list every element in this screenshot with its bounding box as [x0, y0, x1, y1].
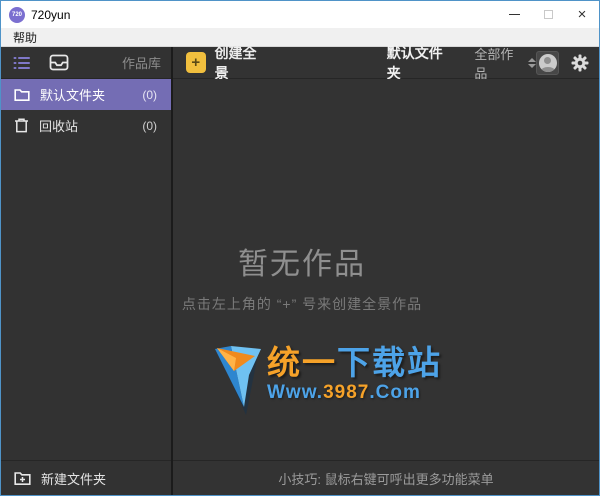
titlebar: 720 720yun × — [1, 1, 599, 28]
create-panorama-button[interactable]: + 创建全景 — [186, 43, 267, 83]
maximize-icon — [544, 10, 553, 19]
sidebar-item-count: (0) — [142, 119, 157, 133]
window-title: 720yun — [31, 8, 70, 22]
close-button[interactable]: × — [565, 1, 599, 28]
sidebar-item-count: (0) — [142, 88, 157, 102]
works-filter-dropdown[interactable]: 全部作品 — [474, 44, 536, 82]
empty-state-subtitle: 点击左上角的 “+” 号来创建全景作品 — [182, 294, 422, 314]
list-view-icon[interactable] — [13, 55, 31, 71]
settings-button[interactable] — [571, 54, 589, 72]
empty-state-title: 暂无作品 — [182, 239, 422, 283]
menu-help[interactable]: 帮助 — [9, 29, 41, 46]
watermark-site-url: Www.3987.Com — [267, 382, 442, 404]
minimize-icon — [509, 14, 520, 15]
user-avatar-button[interactable] — [536, 51, 559, 75]
sidebar-header: 作品库 — [1, 47, 171, 79]
watermark-text: 统一下载站 Www.3987.Com — [267, 345, 442, 404]
works-filter-label: 全部作品 — [474, 44, 522, 82]
new-folder-button[interactable]: 新建文件夹 — [1, 460, 171, 495]
site-watermark: 统一下载站 Www.3987.Com — [211, 345, 442, 419]
new-folder-label: 新建文件夹 — [41, 469, 106, 488]
create-panorama-label: 创建全景 — [215, 43, 267, 83]
sidebar-item-recycle-bin[interactable]: 回收站 (0) — [1, 110, 171, 141]
statusbar: 小技巧: 鼠标右键可呼出更多功能菜单 — [173, 460, 599, 495]
close-icon: × — [578, 7, 587, 22]
gear-icon — [571, 54, 589, 72]
library-label: 作品库 — [122, 53, 161, 72]
empty-state: 暂无作品 点击左上角的 “+” 号来创建全景作品 — [182, 239, 422, 314]
maximize-button[interactable] — [531, 1, 565, 28]
minimize-button[interactable] — [497, 1, 531, 28]
status-tip-text: 小技巧: 鼠标右键可呼出更多功能菜单 — [278, 469, 493, 488]
main-toolbar: + 创建全景 默认文件夹 全部作品 — [173, 47, 599, 79]
sidebar-item-default-folder[interactable]: 默认文件夹 (0) — [1, 79, 171, 110]
new-folder-icon — [14, 471, 31, 486]
trash-icon — [14, 118, 29, 133]
library-inbox-icon[interactable] — [49, 54, 69, 71]
app-logo-icon: 720 — [9, 7, 25, 23]
sidebar-item-label: 默认文件夹 — [40, 85, 105, 104]
current-folder-title: 默认文件夹 — [387, 43, 453, 83]
folder-icon — [14, 88, 30, 102]
folder-list: 默认文件夹 (0) 回收站 (0) — [1, 79, 171, 460]
sort-arrows-icon — [528, 58, 536, 68]
avatar-icon — [539, 54, 557, 72]
sidebar-item-label: 回收站 — [39, 116, 78, 135]
sidebar: 作品库 默认文件夹 (0) — [1, 47, 173, 495]
watermark-site-name: 统一下载站 — [267, 345, 442, 381]
plus-icon: + — [186, 52, 206, 73]
app-body: 作品库 默认文件夹 (0) — [1, 47, 599, 495]
works-area: 暂无作品 点击左上角的 “+” 号来创建全景作品 — [173, 79, 599, 460]
watermark-logo-icon — [211, 345, 263, 419]
app-window: 720 720yun × 帮助 — [0, 0, 600, 496]
main-pane: + 创建全景 默认文件夹 全部作品 — [173, 47, 599, 495]
